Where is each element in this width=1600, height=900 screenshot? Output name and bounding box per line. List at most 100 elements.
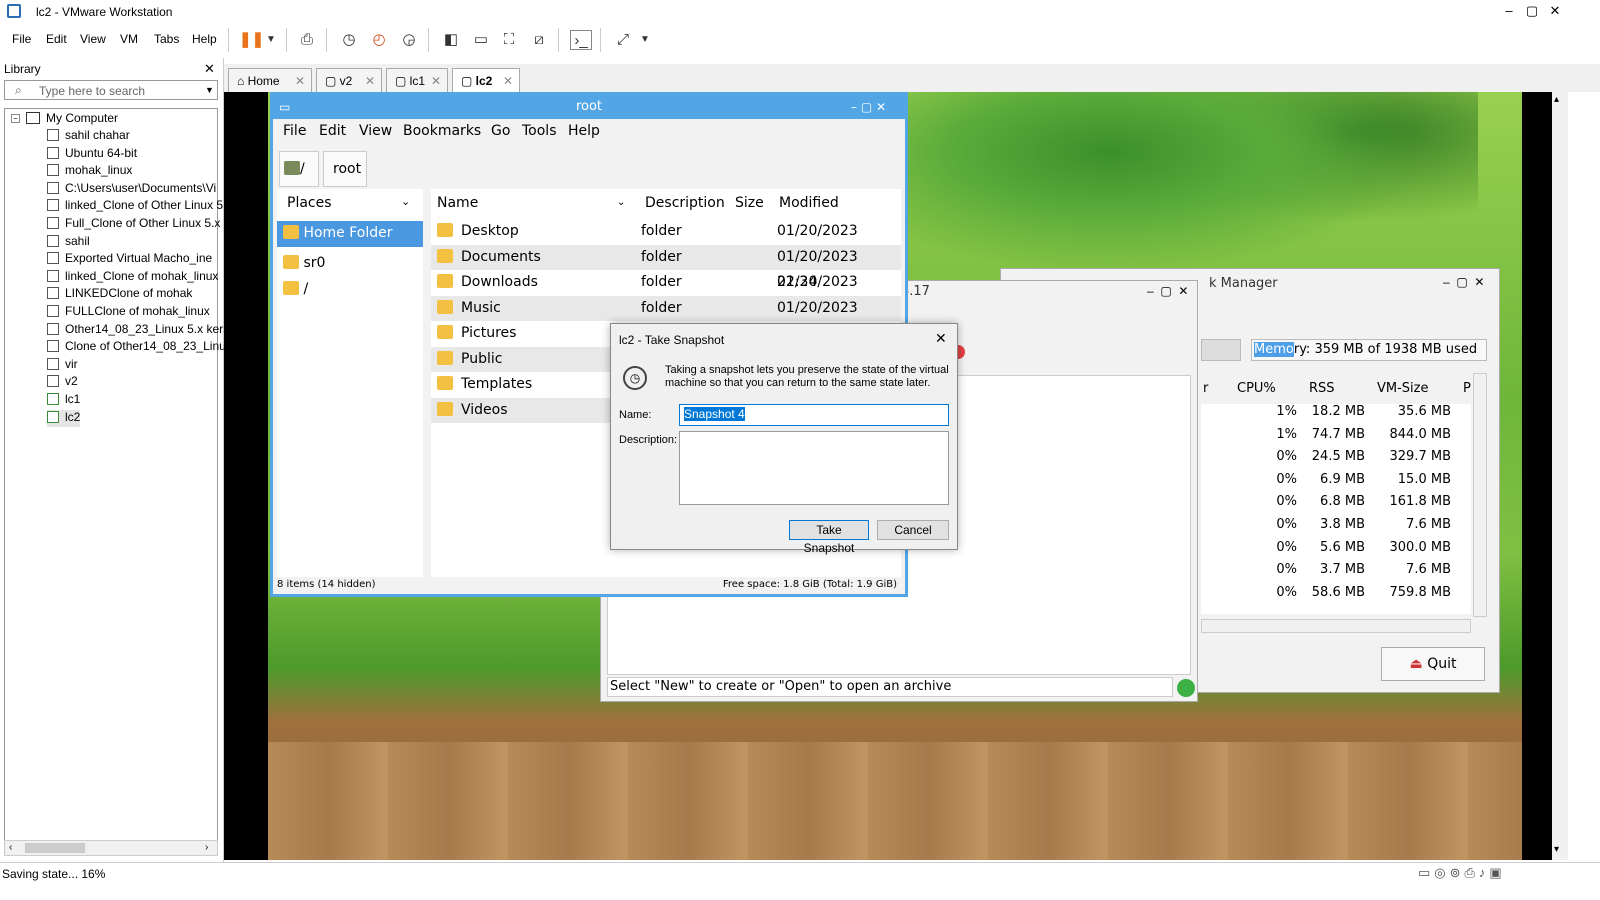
tree-vm-item[interactable]: sahil chahar bbox=[47, 128, 130, 145]
process-row[interactable]: 0% 3.7 MB 7.6 MB bbox=[1201, 562, 1471, 584]
snapshot-name-input[interactable]: Snapshot 4 bbox=[679, 404, 949, 426]
fm-menu-go[interactable]: Go bbox=[491, 123, 510, 139]
fm-menu-view[interactable]: View bbox=[359, 123, 392, 139]
places-sr0[interactable]: sr0 bbox=[277, 251, 331, 275]
tree-root[interactable]: − My Computer bbox=[11, 111, 118, 128]
full-screen-icon[interactable]: ⛶ bbox=[498, 30, 520, 50]
power-dropdown-icon[interactable]: ▼ bbox=[260, 30, 282, 50]
col-header[interactable]: r bbox=[1203, 381, 1208, 396]
tree-vm-item[interactable]: Exported Virtual Macho_ine bbox=[47, 251, 212, 268]
maximize-button[interactable]: ▢ bbox=[1521, 2, 1543, 20]
fm-menu-tools[interactable]: Tools bbox=[522, 123, 557, 139]
collapse-icon[interactable]: − bbox=[11, 114, 20, 123]
tree-vm-item[interactable]: Other14_08_23_Linux 5.x kern bbox=[47, 322, 230, 339]
places-home-folder[interactable]: Home Folder bbox=[277, 221, 423, 247]
tree-vm-item[interactable]: lc1 bbox=[47, 392, 80, 409]
library-hscrollbar[interactable]: ‹ › bbox=[4, 840, 218, 856]
process-row[interactable]: 0% 6.8 MB 161.8 MB bbox=[1201, 494, 1471, 516]
process-row[interactable]: 1% 18.2 MB 35.6 MB bbox=[1201, 404, 1471, 426]
tree-vm-item[interactable]: mohak_linux bbox=[47, 163, 132, 180]
tree-vm-item[interactable]: FULLClone of mohak_linux bbox=[47, 304, 210, 321]
stretch-dropdown-icon[interactable]: ▼ bbox=[634, 30, 656, 50]
col-header-description[interactable]: Description bbox=[645, 189, 725, 217]
process-row[interactable]: 0% 5.6 MB 300.0 MB bbox=[1201, 540, 1471, 562]
tree-vm-item[interactable]: Full_Clone of Other Linux 5.x bbox=[47, 216, 220, 233]
library-toggle-icon[interactable]: ◧ bbox=[440, 30, 462, 50]
tab-close-icon[interactable]: ✕ bbox=[295, 74, 305, 88]
menu-edit[interactable]: Edit bbox=[46, 32, 67, 46]
menu-view[interactable]: View bbox=[80, 32, 106, 46]
col-header-rss[interactable]: RSS bbox=[1309, 381, 1335, 396]
tm-hscrollbar[interactable] bbox=[1201, 619, 1471, 633]
tree-vm-item[interactable]: Ubuntu 64-bit bbox=[47, 146, 137, 163]
minimize-button[interactable]: – bbox=[1498, 2, 1520, 20]
places-title[interactable]: Places bbox=[287, 195, 332, 211]
tab-lc1[interactable]: ▢ lc1 ✕ bbox=[386, 68, 448, 92]
tree-vm-item[interactable]: linked_Clone of mohak_linux bbox=[47, 269, 218, 286]
col-header-p[interactable]: P bbox=[1463, 381, 1471, 396]
cancel-button[interactable]: Cancel bbox=[877, 520, 949, 540]
tm-window-buttons-icon[interactable]: – ▢ ✕ bbox=[1443, 275, 1484, 289]
tree-vm-item[interactable]: v2 bbox=[47, 374, 78, 391]
close-button[interactable]: ✕ bbox=[1544, 2, 1566, 20]
col-header-modified[interactable]: Modified bbox=[779, 189, 839, 217]
menu-file[interactable]: File bbox=[12, 32, 31, 46]
tree-vm-item[interactable]: Clone of Other14_08_23_Linu bbox=[47, 339, 226, 356]
col-header-name[interactable]: Name bbox=[437, 189, 478, 217]
fm-menu-help[interactable]: Help bbox=[568, 123, 600, 139]
process-row[interactable]: 1% 74.7 MB 844.0 MB bbox=[1201, 427, 1471, 449]
fm-window-buttons-icon[interactable]: – ▢ ✕ bbox=[851, 95, 886, 119]
tree-vm-item[interactable]: C:\Users\user\Documents\Vi bbox=[47, 181, 216, 198]
dialog-close-icon[interactable]: ✕ bbox=[935, 330, 947, 347]
process-row[interactable]: 0% 3.8 MB 7.6 MB bbox=[1201, 517, 1471, 539]
file-row[interactable]: Desktopfolder01/20/2023 22:34 bbox=[431, 219, 901, 264]
tab-close-icon[interactable]: ✕ bbox=[365, 74, 375, 88]
tree-vm-item[interactable]: vir bbox=[47, 357, 78, 374]
tab-close-icon[interactable]: ✕ bbox=[503, 74, 513, 88]
tree-vm-item[interactable]: linked_Clone of Other Linux 5 bbox=[47, 198, 223, 215]
vm-vscrollbar[interactable]: ▴ ▾ bbox=[1552, 92, 1568, 860]
console-view-icon[interactable]: ›_ bbox=[570, 30, 592, 50]
tab-close-icon[interactable]: ✕ bbox=[431, 74, 441, 88]
snapshot-description-input[interactable] bbox=[679, 431, 949, 505]
snapshot-manager-icon[interactable]: ◶ bbox=[398, 30, 420, 50]
col-header-cpu[interactable]: CPU% bbox=[1237, 381, 1276, 396]
tab-v2[interactable]: ▢ v2 ✕ bbox=[316, 68, 382, 92]
thumbnail-bar-icon[interactable]: ▭ bbox=[470, 30, 492, 50]
process-row[interactable]: 0% 58.6 MB 759.8 MB bbox=[1201, 585, 1471, 607]
stretch-guest-icon[interactable]: ⤢ bbox=[612, 30, 634, 50]
fm-menu-bookmarks[interactable]: Bookmarks bbox=[403, 123, 481, 139]
quit-button[interactable]: ⏏ Quit bbox=[1381, 647, 1485, 681]
archiver-window-buttons-icon[interactable]: – ▢ ✕ bbox=[1147, 284, 1188, 298]
menu-help[interactable]: Help bbox=[192, 32, 217, 46]
process-row[interactable]: 0% 24.5 MB 329.7 MB bbox=[1201, 449, 1471, 471]
revert-snapshot-icon[interactable]: ◴ bbox=[368, 30, 390, 50]
process-row[interactable]: 0% 6.9 MB 15.0 MB bbox=[1201, 472, 1471, 494]
library-close-icon[interactable]: ✕ bbox=[204, 61, 215, 77]
search-dropdown-icon[interactable]: ▼ bbox=[205, 85, 214, 95]
tm-vscrollbar[interactable] bbox=[1473, 373, 1487, 617]
sort-icon[interactable]: ⌄ bbox=[617, 189, 625, 217]
send-ctrl-alt-del-icon[interactable]: ⎙ bbox=[296, 30, 318, 50]
tree-vm-item[interactable]: lc2 bbox=[47, 409, 81, 427]
file-row[interactable]: Musicfolder01/20/2023 22:34 bbox=[431, 295, 901, 341]
file-row[interactable]: Downloadsfolder01/20/2023 22:34 bbox=[431, 270, 901, 315]
places-dropdown-icon[interactable]: ⌄ bbox=[401, 195, 410, 208]
library-search-input[interactable]: ⌕ Type here to search ▼ bbox=[4, 80, 218, 100]
menu-vm[interactable]: VM bbox=[120, 32, 138, 46]
file-row[interactable]: Documents folder 01/20/2023 22:34 bbox=[431, 244, 901, 290]
device-status-icons[interactable]: ▭◎⊚⎙♪▣ bbox=[1418, 865, 1506, 881]
menu-tabs[interactable]: Tabs bbox=[154, 32, 179, 46]
tab-home[interactable]: ⌂ Home ✕ bbox=[228, 68, 312, 92]
tree-vm-item[interactable]: sahil bbox=[47, 234, 90, 251]
take-snapshot-button[interactable]: Take Snapshot bbox=[789, 520, 869, 555]
snapshot-icon[interactable]: ◷ bbox=[338, 30, 360, 50]
col-header-vmsize[interactable]: VM-Size bbox=[1377, 381, 1429, 396]
path-root-folder-button[interactable]: root bbox=[323, 151, 367, 187]
fm-menu-edit[interactable]: Edit bbox=[319, 123, 346, 139]
fm-menu-file[interactable]: File bbox=[283, 123, 306, 139]
pause-icon[interactable]: ❚❚ bbox=[239, 30, 264, 50]
unity-icon[interactable]: ⧄ bbox=[528, 30, 550, 50]
path-root-button[interactable]: / bbox=[279, 151, 319, 187]
col-header-size[interactable]: Size bbox=[735, 189, 764, 217]
